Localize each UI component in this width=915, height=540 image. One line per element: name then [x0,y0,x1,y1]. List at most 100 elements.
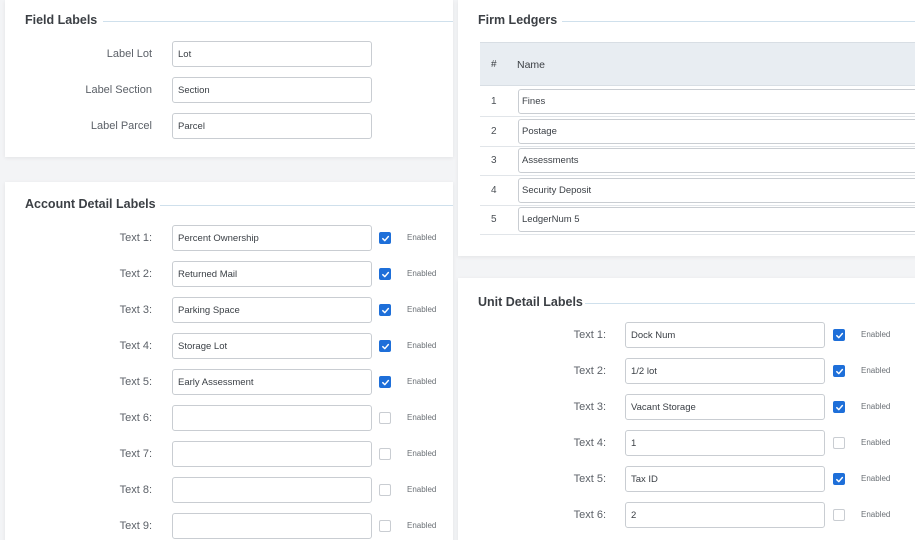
unit_detail-text-input[interactable] [625,322,825,348]
account_detail-text-input[interactable] [172,513,372,539]
field-label: Label Section [85,84,152,96]
unit_detail-text-label: Text 5: [573,473,606,485]
table-row: 5 [480,205,915,236]
account_detail-enabled-label: Enabled [407,485,437,494]
table-row: 4 [480,176,915,206]
account_detail-text-input[interactable] [172,333,372,359]
check-icon [381,306,390,315]
unit_detail-enabled-label: Enabled [861,474,891,483]
account_detail-text-input[interactable] [172,441,372,467]
account_detail-enabled-checkbox[interactable] [379,340,391,352]
unit_detail-enabled-label: Enabled [861,366,891,375]
ledger-name-input[interactable] [518,177,915,203]
account_detail-text-label: Text 4: [119,340,152,352]
account_detail-enabled-label: Enabled [407,377,437,386]
account_detail-text-label: Text 7: [119,448,152,460]
field-label-input[interactable] [172,113,372,139]
firm-ledgers-title: Firm Ledgers [478,13,558,27]
field-labels-title: Field Labels [25,13,98,27]
field-label: Label Lot [106,48,152,60]
account_detail-enabled-checkbox[interactable] [379,520,391,532]
ledger-name-input[interactable] [518,207,915,233]
unit_detail-text-label: Text 1: [573,329,606,341]
unit_detail-text-input[interactable] [625,430,825,456]
field-label-input[interactable] [172,77,372,103]
firm-ledgers-card: Firm Ledgers # Name 1 2 3 4 5 [458,0,915,256]
ledger-row-num: 5 [491,214,497,226]
account_detail-enabled-label: Enabled [407,521,437,530]
account_detail-enabled-label: Enabled [407,233,437,242]
account_detail-text-input[interactable] [172,369,372,395]
account_detail-enabled-label: Enabled [407,269,437,278]
table-row: 3 [480,146,915,177]
table-row: 1 [480,87,915,117]
unit-detail-card: Unit Detail Labels Text 1: Enabled Text 2:… [458,278,915,540]
unit_detail-enabled-label: Enabled [861,510,891,519]
check-icon [381,342,390,351]
ledger-row-num: 1 [491,96,497,107]
account_detail-enabled-label: Enabled [407,341,437,350]
unit_detail-enabled-checkbox[interactable] [833,437,845,449]
unit_detail-text-input[interactable] [625,358,825,384]
ledger-col-num: # [491,59,497,70]
account-detail-title: Account Detail Labels [25,197,156,211]
unit_detail-text-label: Text 6: [573,509,606,521]
check-icon [835,331,844,340]
check-icon [381,270,390,279]
ledger-row-num: 4 [491,184,497,196]
ledger-name-input[interactable] [518,148,915,174]
account_detail-enabled-checkbox[interactable] [379,448,391,460]
unit_detail-enabled-checkbox[interactable] [833,509,845,521]
account-detail-card: Account Detail Labels Text 1: Enabled Text… [5,182,453,540]
field-labels-rule [103,21,453,22]
field-labels-card: Field Labels Label Lot Label Section Label… [5,0,453,157]
check-icon [381,378,390,387]
account_detail-enabled-checkbox[interactable] [379,232,391,244]
unit_detail-enabled-label: Enabled [861,438,891,447]
account_detail-text-input[interactable] [172,261,372,287]
unit_detail-enabled-checkbox[interactable] [833,401,845,413]
ledger-name-input[interactable] [518,89,915,114]
check-icon [835,367,844,376]
account_detail-text-label: Text 2: [119,268,152,280]
ledger-col-name: Name [517,59,546,71]
account_detail-enabled-checkbox[interactable] [379,412,391,424]
unit-detail-rule [585,303,915,304]
unit_detail-text-label: Text 4: [573,437,606,449]
account_detail-text-label: Text 1: [119,232,152,244]
unit_detail-enabled-label: Enabled [861,402,891,411]
unit_detail-text-input[interactable] [625,394,825,420]
account_detail-text-input[interactable] [172,405,372,431]
account_detail-text-label: Text 5: [119,376,152,388]
ledger-row-num: 2 [491,125,497,137]
account_detail-text-input[interactable] [172,225,372,251]
account_detail-enabled-checkbox[interactable] [379,304,391,316]
account_detail-enabled-checkbox[interactable] [379,484,391,496]
account_detail-enabled-checkbox[interactable] [379,268,391,280]
unit_detail-enabled-checkbox[interactable] [833,329,845,341]
account_detail-enabled-label: Enabled [407,413,437,422]
account-detail-rule [160,205,453,206]
ledger-name-input[interactable] [518,118,915,144]
unit_detail-text-input[interactable] [625,502,825,528]
unit_detail-text-label: Text 2: [573,365,606,377]
field-label: Label Parcel [90,120,152,132]
unit_detail-enabled-label: Enabled [861,330,891,339]
unit_detail-enabled-checkbox[interactable] [833,473,845,485]
account_detail-enabled-label: Enabled [407,449,437,458]
account_detail-text-label: Text 8: [119,484,152,496]
account_detail-enabled-label: Enabled [407,305,437,314]
account_detail-text-label: Text 3: [119,304,152,316]
ledger-row-num: 3 [491,155,497,167]
account_detail-text-input[interactable] [172,477,372,503]
field-label-input[interactable] [172,41,372,67]
account_detail-text-input[interactable] [172,297,372,323]
account_detail-enabled-checkbox[interactable] [379,376,391,388]
account_detail-text-label: Text 6: [119,412,152,424]
unit_detail-text-label: Text 3: [573,401,606,413]
ledger-table-header: # Name [480,42,915,86]
unit_detail-text-input[interactable] [625,466,825,492]
unit_detail-enabled-checkbox[interactable] [833,365,845,377]
firm-ledgers-rule [562,21,915,22]
unit-detail-title: Unit Detail Labels [478,295,583,309]
